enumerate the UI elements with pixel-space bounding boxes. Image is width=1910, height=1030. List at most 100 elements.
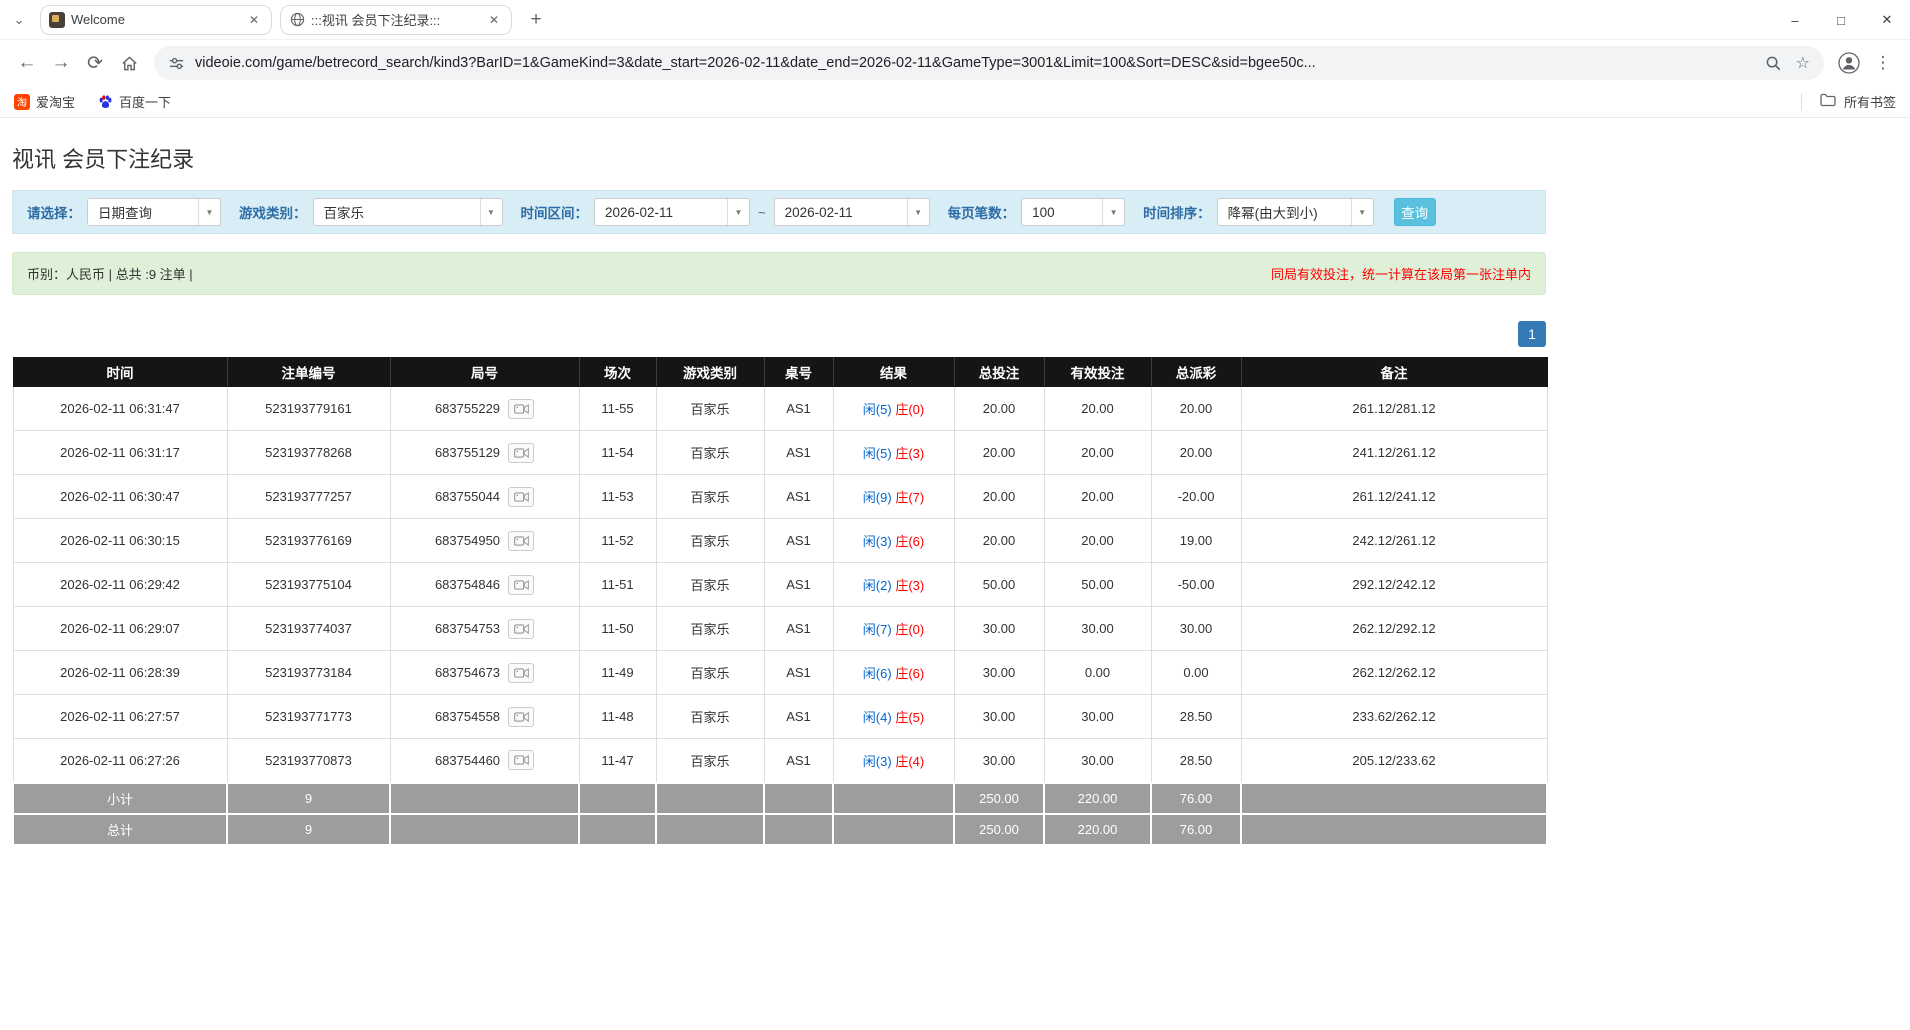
bookmark-baidu[interactable]: 百度一下: [97, 92, 171, 111]
reload-button[interactable]: ⟳: [78, 46, 112, 80]
tab-close-icon[interactable]: ✕: [245, 11, 263, 29]
summary-cell: [390, 814, 579, 845]
video-replay-button[interactable]: [508, 399, 534, 419]
game-type-select[interactable]: 百家乐 ▼: [313, 198, 503, 226]
cell-total-bet-link[interactable]: 20.00: [954, 519, 1044, 563]
per-page-select[interactable]: 100 ▼: [1021, 198, 1125, 226]
summary-cell: [656, 783, 764, 814]
forward-button[interactable]: →: [44, 46, 78, 80]
cell-total-bet-link[interactable]: 20.00: [954, 475, 1044, 519]
result-player: 闲(4): [863, 710, 892, 725]
video-replay-button[interactable]: [508, 663, 534, 683]
site-settings-icon[interactable]: [168, 55, 185, 72]
bookmark-star-icon[interactable]: ☆: [1796, 53, 1810, 73]
result-player: 闲(6): [863, 666, 892, 681]
tab-close-icon[interactable]: ✕: [485, 11, 503, 29]
home-button[interactable]: [112, 46, 146, 80]
folder-icon: [1820, 93, 1836, 110]
tab-title: Welcome: [71, 12, 239, 27]
back-button[interactable]: ←: [10, 46, 44, 80]
minimize-button[interactable]: –: [1772, 0, 1818, 40]
cell-bet-id: 523193779161: [227, 387, 390, 431]
sort-select[interactable]: 降幂(由大到小) ▼: [1217, 198, 1374, 226]
cell-game-type: 百家乐: [656, 387, 764, 431]
browser-menu-icon[interactable]: ⋮: [1866, 46, 1900, 80]
window-controls: – □ ✕: [1772, 0, 1910, 40]
table-row: 2026-02-11 06:30:47523193777257683755044…: [13, 475, 1547, 519]
col-header-valid-bet: 有效投注: [1044, 358, 1151, 387]
per-page-value: 100: [1022, 205, 1102, 220]
query-type-select[interactable]: 日期查询 ▼: [87, 198, 221, 226]
cell-round: 683755129: [390, 431, 579, 475]
cell-valid-bet: 20.00: [1044, 431, 1151, 475]
profile-icon[interactable]: [1832, 46, 1866, 80]
cell-result: 闲(2) 庄(3): [833, 563, 954, 607]
welcome-tab-favicon: [49, 12, 65, 28]
cell-note: 261.12/241.12: [1241, 475, 1547, 519]
cell-valid-bet: 20.00: [1044, 387, 1151, 431]
video-replay-button[interactable]: [508, 443, 534, 463]
search-button[interactable]: 查询: [1394, 198, 1436, 226]
cell-total-bet-link[interactable]: 30.00: [954, 651, 1044, 695]
round-id: 683755129: [435, 445, 500, 460]
video-replay-button[interactable]: [508, 531, 534, 551]
video-replay-button[interactable]: [508, 707, 534, 727]
summary-cell: [764, 814, 833, 845]
cell-result: 闲(9) 庄(7): [833, 475, 954, 519]
browser-tab-welcome[interactable]: Welcome ✕: [40, 5, 272, 35]
date-end-value: 2026-02-11: [775, 205, 907, 220]
result-banker: 庄(3): [895, 446, 924, 461]
url-text[interactable]: videoie.com/game/betrecord_search/kind3?…: [195, 55, 1755, 71]
summary-valid-bet: 220.00: [1044, 814, 1151, 845]
result-player: 闲(5): [863, 446, 892, 461]
col-header-round: 局号: [390, 358, 579, 387]
cell-time: 2026-02-11 06:29:07: [13, 607, 227, 651]
cell-total-bet-link[interactable]: 50.00: [954, 563, 1044, 607]
result-banker: 庄(0): [895, 402, 924, 417]
round-id: 683754558: [435, 709, 500, 724]
date-end-select[interactable]: 2026-02-11 ▼: [774, 198, 930, 226]
video-replay-button[interactable]: [508, 750, 534, 770]
all-bookmarks-button[interactable]: 所有书签: [1801, 92, 1896, 111]
cell-table-no: AS1: [764, 695, 833, 739]
cell-note: 241.12/261.12: [1241, 431, 1547, 475]
cell-game-type: 百家乐: [656, 739, 764, 783]
cell-game-type: 百家乐: [656, 651, 764, 695]
cell-total-bet-link[interactable]: 20.00: [954, 431, 1044, 475]
cell-time: 2026-02-11 06:27:57: [13, 695, 227, 739]
summary-cell: [1241, 783, 1547, 814]
new-tab-button[interactable]: +: [522, 6, 550, 34]
cell-valid-bet: 20.00: [1044, 475, 1151, 519]
maximize-button[interactable]: □: [1818, 0, 1864, 40]
page-title: 视讯 会员下注纪录: [12, 142, 1898, 174]
cell-total-bet-link[interactable]: 30.00: [954, 739, 1044, 783]
bookmark-taobao[interactable]: 淘 爱淘宝: [14, 92, 75, 111]
zoom-icon[interactable]: [1765, 55, 1782, 72]
result-player: 闲(7): [863, 622, 892, 637]
video-replay-button[interactable]: [508, 575, 534, 595]
page-number-button[interactable]: 1: [1518, 321, 1546, 347]
browser-tab-bet-records[interactable]: :::视讯 会员下注纪录::: ✕: [280, 5, 512, 35]
video-replay-button[interactable]: [508, 619, 534, 639]
tab-title: :::视讯 会员下注纪录:::: [311, 10, 479, 29]
video-replay-button[interactable]: [508, 487, 534, 507]
tab-search-icon[interactable]: ⌄: [6, 7, 32, 33]
cell-total-bet-link[interactable]: 30.00: [954, 607, 1044, 651]
cell-time: 2026-02-11 06:29:42: [13, 563, 227, 607]
close-button[interactable]: ✕: [1864, 0, 1910, 40]
result-banker: 庄(0): [895, 622, 924, 637]
valid-bet-notice: 同局有效投注，统一计算在该局第一张注单内: [1271, 264, 1531, 283]
summary-info-bar: 币别：人民币 | 总共 :9 注单 | 同局有效投注，统一计算在该局第一张注单内: [12, 252, 1546, 295]
summary-total-bet: 250.00: [954, 814, 1044, 845]
cell-total-bet-link[interactable]: 30.00: [954, 695, 1044, 739]
chevron-down-icon: ▼: [198, 199, 220, 225]
col-header-game-type: 游戏类别: [656, 358, 764, 387]
summary-count: 9: [227, 814, 390, 845]
bet-records-table: 时间 注单编号 局号 场次 游戏类别 桌号 结果 总投注 有效投注 总派彩 备注…: [12, 357, 1548, 846]
summary-cell: [764, 783, 833, 814]
currency-total-text: 币别：人民币 | 总共 :9 注单 |: [27, 264, 193, 283]
cell-total-bet-link[interactable]: 20.00: [954, 387, 1044, 431]
summary-cell: [1241, 814, 1547, 845]
address-bar[interactable]: videoie.com/game/betrecord_search/kind3?…: [154, 46, 1824, 80]
date-start-select[interactable]: 2026-02-11 ▼: [594, 198, 750, 226]
